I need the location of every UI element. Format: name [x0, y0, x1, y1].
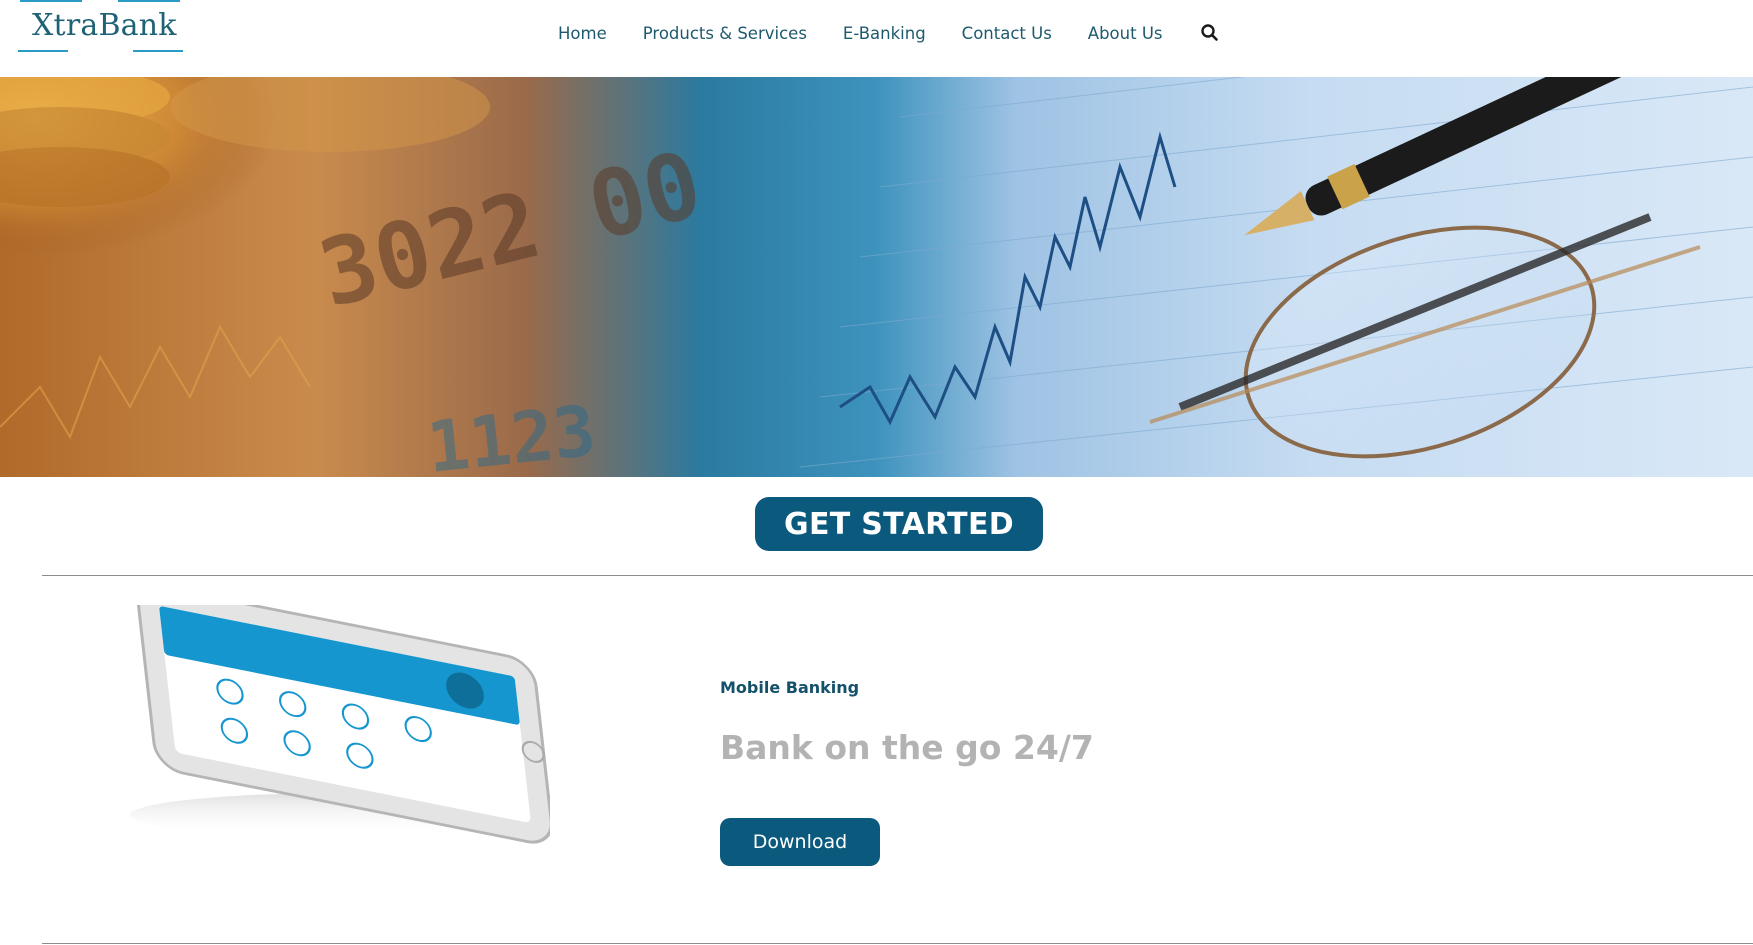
logo-accent-line — [20, 0, 82, 2]
get-started-button[interactable]: GET STARTED — [755, 497, 1043, 551]
section-divider — [42, 575, 1753, 576]
download-button[interactable]: Download — [720, 818, 880, 866]
xtrabank-logo[interactable]: XtraBank — [18, 0, 183, 55]
search-icon[interactable] — [1199, 22, 1221, 44]
nav-home[interactable]: Home — [558, 24, 607, 43]
logo-text: XtraBank — [32, 8, 177, 43]
logo-accent-line — [18, 50, 68, 52]
logo-accent-line — [133, 50, 183, 52]
nav-about-us[interactable]: About Us — [1088, 24, 1163, 43]
main-nav: Home Products & Services E-Banking Conta… — [558, 22, 1221, 44]
nav-products-services[interactable]: Products & Services — [643, 24, 807, 43]
hero-banking-image: 3022 00 1123 — [0, 77, 1753, 477]
mobile-banking-headline: Bank on the go 24/7 — [720, 728, 1094, 767]
phone-mockup-image — [130, 605, 550, 844]
section-divider — [42, 943, 1753, 944]
nav-e-banking[interactable]: E-Banking — [843, 24, 926, 43]
hero-banner: 3022 00 1123 — [0, 77, 1753, 477]
logo-accent-line — [118, 0, 180, 2]
site-header: XtraBank Home Products & Services E-Bank… — [0, 0, 1753, 77]
nav-contact-us[interactable]: Contact Us — [962, 24, 1052, 43]
mobile-banking-label: Mobile Banking — [720, 678, 860, 697]
